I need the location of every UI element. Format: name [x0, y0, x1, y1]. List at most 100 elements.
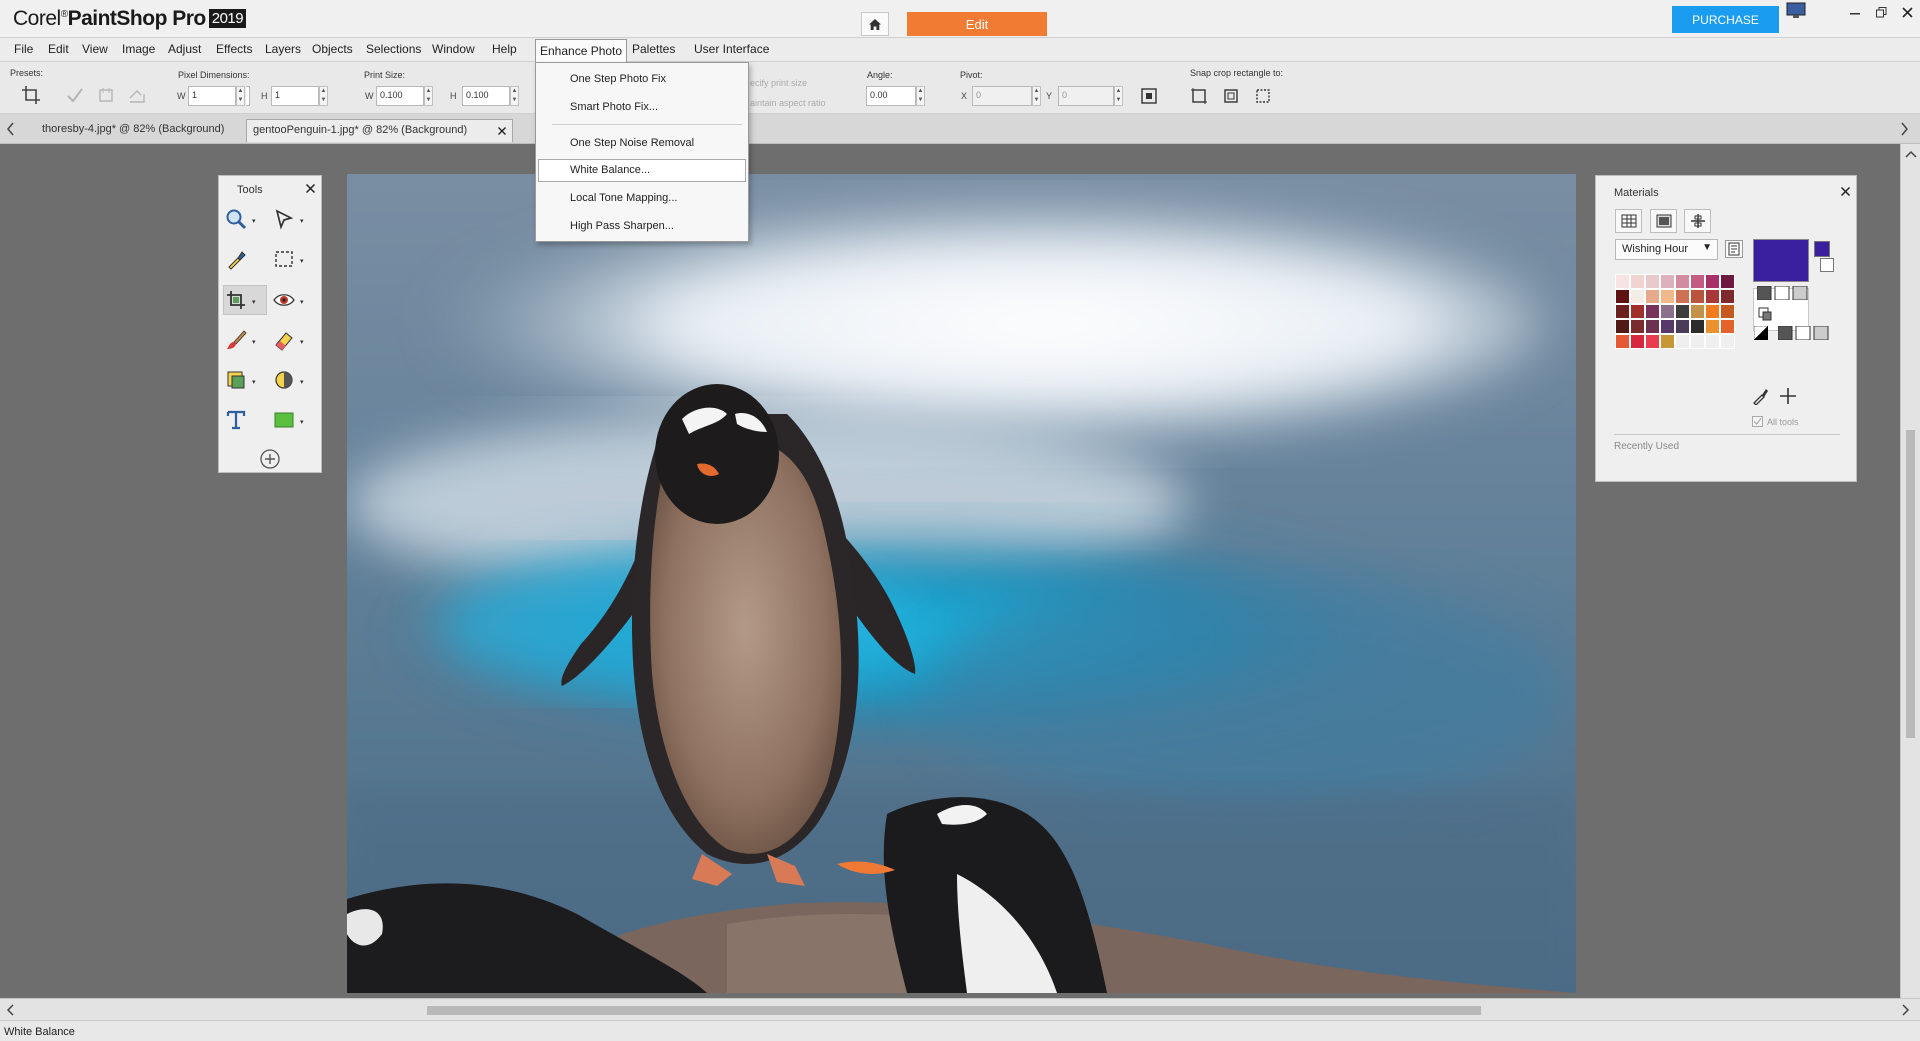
- dodge-tool-flyout[interactable]: ▾: [300, 378, 308, 386]
- materials-close-button[interactable]: [1840, 184, 1851, 199]
- foreground-color-swatch[interactable]: [1753, 239, 1809, 282]
- menu-help[interactable]: Help: [492, 42, 517, 56]
- menu-enhance-photo[interactable]: Enhance Photo: [535, 39, 628, 62]
- menu-item-smart-photo-fix[interactable]: Smart Photo Fix...: [570, 101, 658, 113]
- color-swatch[interactable]: [1615, 334, 1630, 349]
- snap-to-layer-button[interactable]: [1220, 85, 1242, 107]
- dodge-tool[interactable]: [271, 367, 297, 393]
- color-swatch[interactable]: [1690, 289, 1705, 304]
- shape-tool-flyout[interactable]: ▾: [300, 418, 308, 426]
- color-swatch[interactable]: [1660, 304, 1675, 319]
- angle-spinner[interactable]: ▲ ▼: [916, 86, 925, 106]
- presets-button[interactable]: [20, 84, 42, 106]
- color-swatch[interactable]: [1675, 319, 1690, 334]
- pick-tool-flyout[interactable]: ▾: [300, 217, 308, 225]
- zoom-tool-flyout[interactable]: ▾: [252, 217, 260, 225]
- color-swatch[interactable]: [1690, 304, 1705, 319]
- close-window-button[interactable]: [1896, 2, 1918, 22]
- mini-foreground-swatch[interactable]: [1814, 241, 1830, 257]
- menu-item-noise-removal[interactable]: One Step Noise Removal: [570, 137, 694, 149]
- red-eye-tool-flyout[interactable]: ▾: [300, 298, 308, 306]
- angle-input[interactable]: 0.00: [866, 86, 916, 106]
- menu-layers[interactable]: Layers: [265, 42, 301, 56]
- print-width-spinner[interactable]: ▲ ▼: [424, 86, 433, 106]
- menu-image[interactable]: Image: [122, 42, 155, 56]
- color-swatch[interactable]: [1720, 319, 1735, 334]
- horizontal-scrollbar[interactable]: [0, 998, 1920, 1020]
- color-swatch[interactable]: [1660, 319, 1675, 334]
- crop-to-selection-button[interactable]: [126, 84, 148, 106]
- horizontal-scroll-thumb[interactable]: [427, 1006, 1481, 1015]
- tab-scroll-left[interactable]: [6, 122, 15, 139]
- rainbow-tab[interactable]: [1650, 209, 1677, 233]
- clone-tool[interactable]: [223, 367, 249, 393]
- tab-scroll-right[interactable]: [1900, 122, 1909, 139]
- color-swatch[interactable]: [1690, 274, 1705, 289]
- menu-user-interface[interactable]: User Interface: [694, 42, 769, 56]
- color-swatch[interactable]: [1690, 334, 1705, 349]
- color-swatch[interactable]: [1615, 274, 1630, 289]
- color-swatch[interactable]: [1660, 274, 1675, 289]
- document-tab[interactable]: thoresby-4.jpg* @ 82% (Background): [36, 119, 230, 142]
- color-swatch[interactable]: [1630, 274, 1645, 289]
- print-height-input[interactable]: 0.100: [462, 86, 510, 106]
- pixel-height-input[interactable]: 1: [271, 86, 319, 106]
- color-swatch[interactable]: [1645, 304, 1660, 319]
- color-swatch[interactable]: [1645, 289, 1660, 304]
- dropper-tool[interactable]: [223, 246, 249, 272]
- menu-palettes[interactable]: Palettes: [632, 42, 675, 56]
- close-icon[interactable]: [498, 127, 506, 135]
- color-swatch[interactable]: [1720, 274, 1735, 289]
- red-eye-tool[interactable]: [271, 287, 297, 313]
- swatches-tab[interactable]: [1615, 209, 1642, 233]
- menu-item-white-balance[interactable]: White Balance...: [570, 164, 650, 176]
- color-swatch[interactable]: [1615, 289, 1630, 304]
- color-swatch[interactable]: [1645, 334, 1660, 349]
- add-swatch-button[interactable]: [1778, 386, 1798, 409]
- penguin-photo[interactable]: [347, 174, 1576, 993]
- edit-workspace-tab[interactable]: Edit: [907, 12, 1047, 36]
- menu-item-local-tone-mapping[interactable]: Local Tone Mapping...: [570, 192, 677, 204]
- color-wheel-tab[interactable]: [1684, 209, 1711, 233]
- maintain-aspect-label[interactable]: aintain aspect ratio: [750, 98, 826, 108]
- color-swatch[interactable]: [1660, 334, 1675, 349]
- color-swatch[interactable]: [1630, 289, 1645, 304]
- reset-colors-icon[interactable]: [1753, 325, 1769, 343]
- menu-item-one-step-photo-fix[interactable]: One Step Photo Fix: [570, 73, 666, 85]
- eraser-tool[interactable]: [271, 327, 297, 353]
- color-swatch[interactable]: [1705, 274, 1720, 289]
- pivot-x-input[interactable]: 0: [972, 86, 1032, 106]
- all-tools-checkbox[interactable]: All tools: [1752, 416, 1799, 427]
- color-swatch[interactable]: [1645, 274, 1660, 289]
- pixel-width-input[interactable]: 1: [188, 86, 236, 106]
- eraser-tool-flyout[interactable]: ▾: [300, 338, 308, 346]
- paint-brush-flyout[interactable]: ▾: [252, 338, 260, 346]
- color-swatch[interactable]: [1720, 334, 1735, 349]
- vertical-scrollbar[interactable]: [1900, 144, 1920, 998]
- pixel-width-spinner[interactable]: ▲ ▼: [236, 86, 245, 106]
- print-height-spinner[interactable]: ▲ ▼: [510, 86, 519, 106]
- menu-view[interactable]: View: [82, 42, 108, 56]
- menu-selections[interactable]: Selections: [366, 42, 421, 56]
- pivot-x-spinner[interactable]: ▲ ▼: [1032, 86, 1041, 106]
- restore-button[interactable]: [1870, 2, 1892, 22]
- menu-effects[interactable]: Effects: [216, 42, 252, 56]
- color-swatch[interactable]: [1705, 289, 1720, 304]
- swatch-options-button[interactable]: [1725, 240, 1743, 258]
- color-swatch[interactable]: [1645, 319, 1660, 334]
- pick-tool[interactable]: [271, 206, 297, 232]
- color-swatch[interactable]: [1660, 289, 1675, 304]
- text-tool[interactable]: [223, 407, 249, 433]
- color-swatch[interactable]: [1705, 334, 1720, 349]
- material-dropper-button[interactable]: [1751, 387, 1769, 408]
- crop-tool-flyout[interactable]: ▾: [252, 298, 260, 306]
- menu-edit[interactable]: Edit: [48, 42, 69, 56]
- menu-item-high-pass-sharpen[interactable]: High Pass Sharpen...: [570, 220, 674, 232]
- color-swatch[interactable]: [1675, 274, 1690, 289]
- color-swatch[interactable]: [1630, 304, 1645, 319]
- print-width-input[interactable]: 0.100: [376, 86, 424, 106]
- color-swatch[interactable]: [1615, 304, 1630, 319]
- clone-tool-flyout[interactable]: ▾: [252, 378, 260, 386]
- rectangle-tool[interactable]: [271, 407, 297, 433]
- paint-brush-tool[interactable]: [223, 327, 249, 353]
